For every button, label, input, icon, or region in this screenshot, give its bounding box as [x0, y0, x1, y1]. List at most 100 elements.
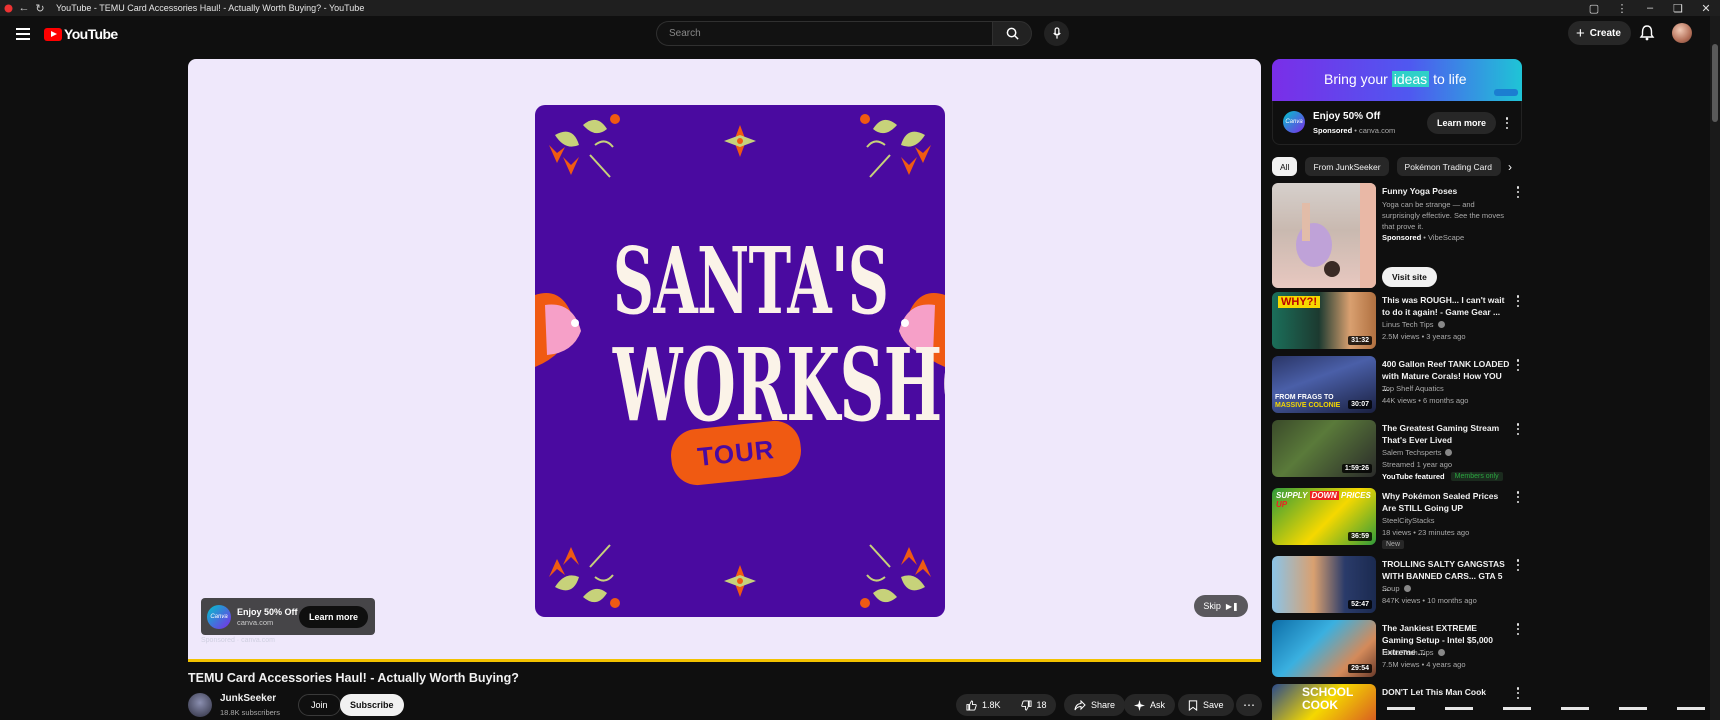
video-title[interactable]: Why Pokémon Sealed Prices Are STILL Goin…: [1382, 490, 1510, 514]
chip-pokemon[interactable]: Pokémon Trading Card: [1396, 157, 1501, 176]
account-avatar[interactable]: [1672, 23, 1692, 43]
channel-name[interactable]: JunkSeeker: [220, 693, 276, 704]
sidebar-learn-more-button[interactable]: Learn more: [1427, 112, 1497, 134]
search-icon: [1006, 27, 1019, 40]
player-learn-more-button[interactable]: Learn more: [298, 605, 368, 628]
create-button[interactable]: + Create: [1568, 21, 1631, 45]
related-video-item[interactable]: WHY?! 31:32 This was ROUGH... I can't wa…: [1272, 292, 1522, 349]
like-button[interactable]: 1.8K: [956, 694, 1011, 716]
video-title[interactable]: The Greatest Gaming Stream That's Ever L…: [1382, 422, 1510, 446]
video-meta: 18 views • 23 minutes ago: [1382, 528, 1470, 537]
more-actions-button[interactable]: ⋯: [1236, 694, 1262, 716]
visit-site-button[interactable]: Visit site: [1382, 267, 1437, 287]
back-icon[interactable]: ←: [16, 0, 32, 16]
video-player[interactable]: SANTA'S WORKSHOP TOUR Canva Enjoy 50% Of…: [188, 59, 1261, 661]
chip-from-channel[interactable]: From JunkSeeker: [1305, 157, 1389, 176]
sidebar-ad-headline: Enjoy 50% Off: [1313, 111, 1381, 122]
channel-name[interactable]: Linus Tech Tips: [1382, 320, 1445, 329]
channel-name[interactable]: Soup: [1382, 584, 1411, 593]
related-video-item[interactable]: FROM FRAGS TO MASSIVE COLONIE 30:07 400 G…: [1272, 356, 1522, 413]
video-thumbnail[interactable]: 52:47: [1272, 556, 1376, 613]
youtube-wordmark: YouTube: [64, 26, 118, 42]
page-scrollbar[interactable]: [1710, 16, 1720, 720]
video-title[interactable]: This was ROUGH... I can't wait to do it …: [1382, 294, 1510, 318]
new-badge: New: [1382, 540, 1405, 549]
share-icon: [1074, 699, 1086, 710]
guide-menu-icon[interactable]: [16, 28, 30, 40]
channel-name[interactable]: SteelCityStacks: [1382, 516, 1435, 525]
video-title[interactable]: DON'T Let This Man Cook: [1382, 686, 1510, 698]
player-ad-card[interactable]: Canva Enjoy 50% Off canva.com Learn more: [201, 598, 375, 635]
ask-button[interactable]: Ask: [1124, 694, 1176, 716]
browser-menu-icon[interactable]: ⋮: [1608, 2, 1636, 15]
browser-app-icon: [0, 0, 16, 16]
video-thumbnail[interactable]: [1272, 183, 1376, 288]
create-label: Create: [1589, 27, 1621, 39]
subscribe-button[interactable]: Subscribe: [340, 694, 404, 716]
video-menu-icon[interactable]: [1516, 423, 1520, 435]
video-menu-icon[interactable]: [1516, 186, 1520, 198]
dislike-button[interactable]: 18: [1011, 694, 1057, 716]
ad-progress-bar[interactable]: [188, 659, 1261, 662]
chip-all[interactable]: All: [1272, 157, 1298, 176]
related-video-item[interactable]: 52:47 TROLLING SALTY GANGSTAS WITH BANNE…: [1272, 556, 1522, 613]
video-thumbnail[interactable]: FROM FRAGS TO MASSIVE COLONIE 30:07: [1272, 356, 1376, 413]
channel-name[interactable]: Salem Techsperts: [1382, 448, 1453, 457]
related-video-item[interactable]: 1:59:26 The Greatest Gaming Stream That'…: [1272, 420, 1522, 482]
video-menu-icon[interactable]: [1516, 687, 1520, 699]
video-duration: 31:32: [1348, 336, 1372, 345]
channel-name-text: Salem Techsperts: [1382, 448, 1442, 457]
advertiser-name: VibeScape: [1427, 233, 1465, 242]
save-button[interactable]: Save: [1178, 694, 1234, 716]
save-label: Save: [1203, 700, 1224, 710]
player-ad-headline: Enjoy 50% Off: [237, 606, 298, 617]
video-duration: 30:07: [1348, 400, 1372, 409]
chevron-right-icon[interactable]: ›: [1500, 157, 1520, 176]
video-meta: 2.5M views • 3 years ago: [1382, 332, 1466, 341]
skip-next-icon: ▶❚: [1225, 601, 1239, 611]
restore-icon[interactable]: ❏: [1664, 2, 1692, 15]
extensions-icon[interactable]: ▢: [1580, 2, 1608, 15]
video-thumbnail[interactable]: WHY?! 31:32: [1272, 292, 1376, 349]
channel-avatar[interactable]: [188, 693, 212, 717]
video-thumbnail[interactable]: 1:59:26: [1272, 420, 1376, 477]
video-menu-icon[interactable]: [1516, 623, 1520, 635]
voice-search-button[interactable]: [1044, 21, 1069, 46]
notifications-bell-icon[interactable]: [1638, 24, 1656, 42]
search-button[interactable]: [992, 21, 1032, 46]
video-thumbnail[interactable]: SCHOOL COOK: [1272, 684, 1376, 720]
skip-ad-button[interactable]: Skip ▶❚: [1194, 595, 1248, 617]
channel-name-text: Linus Tech Tips: [1382, 320, 1434, 329]
video-menu-icon[interactable]: [1516, 295, 1520, 307]
video-menu-icon[interactable]: [1516, 559, 1520, 571]
channel-name[interactable]: Top Shelf Aquatics: [1382, 384, 1444, 393]
channel-name-text: Linus Tech Tips: [1382, 648, 1434, 657]
join-button[interactable]: Join: [298, 694, 341, 716]
sidebar-ad-info[interactable]: Canva Enjoy 50% Off Sponsored • canva.co…: [1272, 101, 1522, 145]
video-meta: 847K views • 10 months ago: [1382, 596, 1477, 605]
sidebar-ad-menu-icon[interactable]: [1505, 117, 1509, 129]
verified-icon: [1437, 649, 1445, 656]
scrollbar-thumb[interactable]: [1712, 44, 1718, 122]
minimize-icon[interactable]: –: [1636, 2, 1664, 14]
share-button[interactable]: Share: [1064, 694, 1126, 716]
youtube-logo[interactable]: YouTube: [44, 26, 118, 42]
related-video-item[interactable]: 29:54 The Jankiest EXTREME Gaming Setup …: [1272, 620, 1522, 677]
canva-logo-icon: Canva: [207, 604, 231, 629]
video-menu-icon[interactable]: [1516, 359, 1520, 371]
channel-name[interactable]: Linus Tech Tips: [1382, 648, 1445, 657]
video-title[interactable]: Funny Yoga Poses: [1382, 185, 1510, 197]
sidebar-ad-banner[interactable]: Bring your ideas to life: [1272, 59, 1522, 101]
close-icon[interactable]: ✕: [1692, 2, 1720, 15]
search-bar: Search: [656, 21, 1069, 46]
related-video-item[interactable]: SUPPLY DOWN PRICES UP 36:59 Why Pokémon …: [1272, 488, 1522, 550]
video-thumbnail[interactable]: SUPPLY DOWN PRICES UP 36:59: [1272, 488, 1376, 545]
video-thumbnail[interactable]: 29:54: [1272, 620, 1376, 677]
channel-name-text: Soup: [1382, 584, 1400, 593]
video-meta: Streamed 1 year ago: [1382, 460, 1453, 469]
sponsored-video-item[interactable]: Funny Yoga Poses Yoga can be strange — a…: [1272, 183, 1522, 288]
search-input[interactable]: Search: [656, 21, 992, 46]
sparkle-icon: [1134, 699, 1145, 711]
video-menu-icon[interactable]: [1516, 491, 1520, 503]
reload-icon[interactable]: ↻: [32, 0, 48, 16]
